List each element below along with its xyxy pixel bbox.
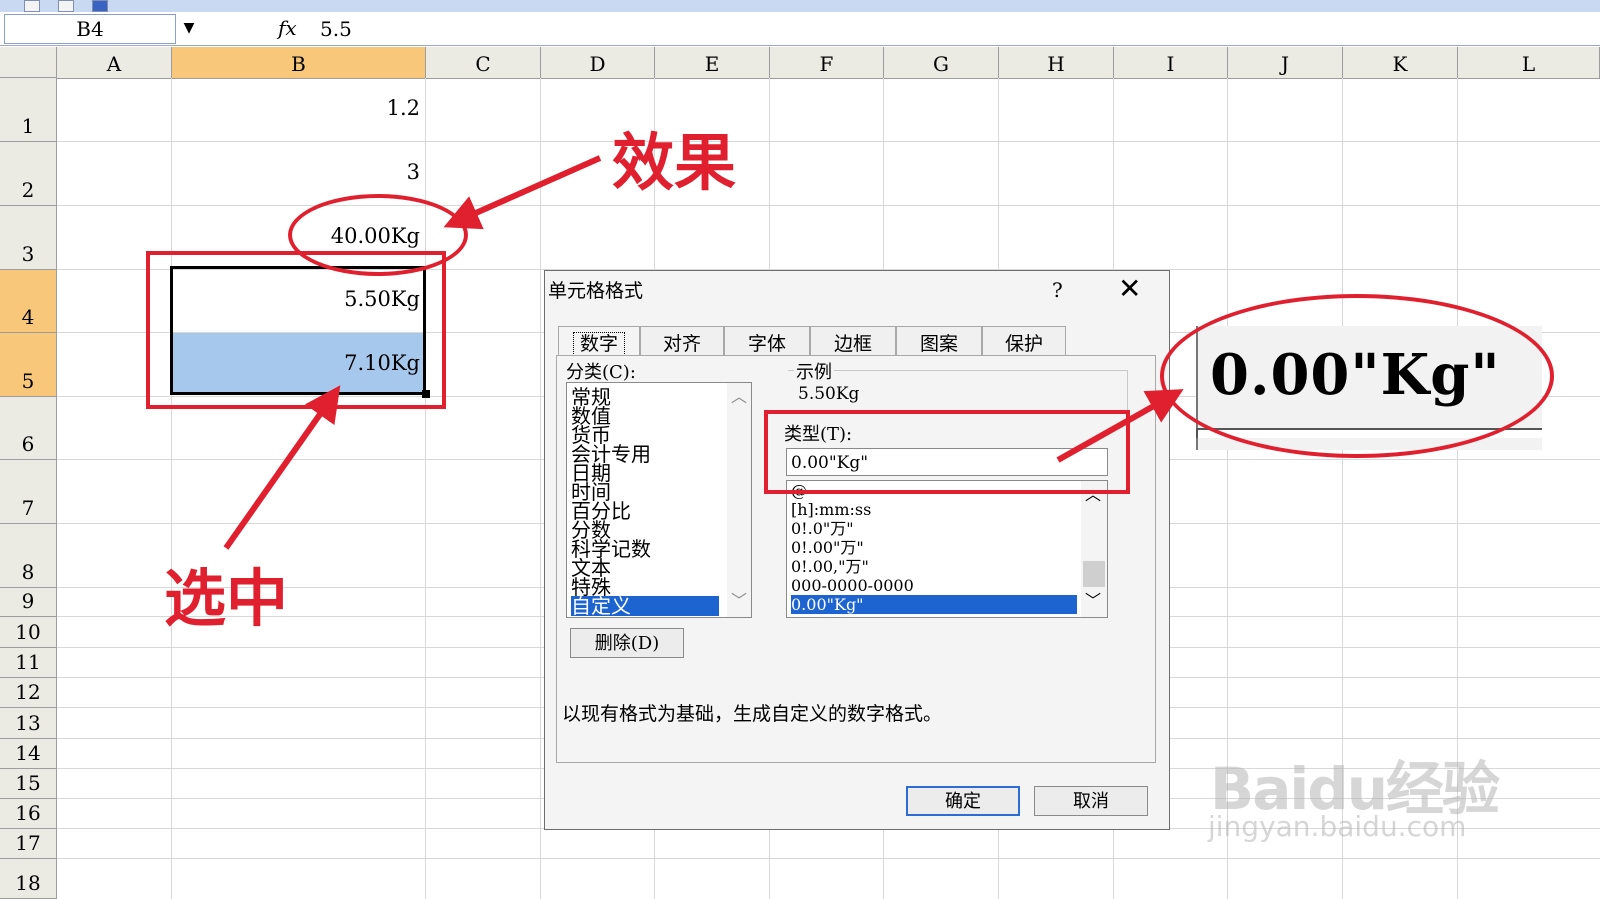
print-icon[interactable]	[58, 0, 74, 12]
arrow-to-selection	[223, 385, 341, 550]
row-header-12[interactable]: 12	[0, 678, 57, 708]
row-header-10[interactable]: 10	[0, 617, 57, 648]
column-header-i[interactable]: I	[1114, 47, 1228, 78]
save-icon[interactable]	[24, 0, 40, 12]
row-header-14[interactable]: 14	[0, 739, 57, 769]
grid-row-line	[57, 141, 1600, 142]
grid-column-line	[540, 78, 541, 899]
tab-font[interactable]: 字体	[724, 326, 810, 356]
row-header-16[interactable]: 16	[0, 799, 57, 829]
category-label: 分类(C):	[566, 362, 636, 383]
column-header-a[interactable]: A	[57, 47, 172, 78]
format-description: 以现有格式为基础，生成自定义的数字格式。	[562, 703, 943, 725]
baidu-watermark-url: jingyan.baidu.com	[1208, 810, 1467, 843]
grid-row-line	[57, 858, 1600, 859]
name-box[interactable]: B4	[4, 14, 176, 44]
column-header-h[interactable]: H	[999, 47, 1114, 78]
row-header-13[interactable]: 13	[0, 708, 57, 739]
chevron-down-icon[interactable]: ﹀	[727, 591, 751, 611]
select-all-corner[interactable]	[0, 47, 57, 78]
grid-row-line	[57, 205, 1600, 206]
type-list[interactable]: @ [h]:mm:ss 0!.0"万" 0!.00"万" 0!.00,"万" 000-00…	[786, 480, 1108, 618]
fx-icon[interactable]: fx	[278, 14, 304, 42]
column-header-b[interactable]: B	[172, 47, 426, 78]
column-header-d[interactable]: D	[541, 47, 655, 78]
row-header-6[interactable]: 6	[0, 397, 57, 460]
quick-access-toolbar	[0, 0, 120, 12]
arrow-to-result	[443, 155, 602, 230]
type-item[interactable]: 0!.0"万"	[791, 519, 854, 538]
column-header-e[interactable]: E	[655, 47, 770, 78]
row-header-4[interactable]: 4	[0, 270, 57, 333]
selected-label: 选中	[164, 562, 289, 635]
type-item[interactable]: 000-0000-0000	[791, 576, 914, 595]
category-scrollbar[interactable]: ︿ ﹀	[727, 383, 751, 617]
formula-bar	[0, 12, 1600, 46]
chevron-up-icon[interactable]: ︿	[727, 387, 751, 407]
row-header-7[interactable]: 7	[0, 460, 57, 524]
type-item[interactable]: [h]:mm:ss	[791, 500, 871, 519]
effect-label: 效果	[612, 126, 737, 199]
category-item[interactable]: 自定义	[571, 596, 719, 616]
row-header-5[interactable]: 5	[0, 333, 57, 397]
grid-column-line	[171, 78, 172, 899]
dialog-title: 单元格格式	[548, 280, 644, 302]
type-highlight-rect	[764, 410, 1130, 494]
column-header-f[interactable]: F	[770, 47, 884, 78]
zoom-highlight-ellipse	[1160, 294, 1554, 458]
row-header-8[interactable]: 8	[0, 524, 57, 588]
tab-patterns[interactable]: 图案	[896, 326, 982, 356]
result-highlight-ellipse	[288, 194, 468, 276]
row-header-17[interactable]: 17	[0, 829, 57, 859]
row-header-18[interactable]: 18	[0, 859, 57, 899]
cancel-button[interactable]: 取消	[1034, 786, 1148, 816]
close-icon[interactable]: ✕	[1118, 272, 1141, 305]
row-header-3[interactable]: 3	[0, 206, 57, 270]
column-header-l[interactable]: L	[1458, 47, 1600, 78]
row-header-11[interactable]: 11	[0, 648, 57, 678]
column-header-k[interactable]: K	[1343, 47, 1458, 78]
category-list[interactable]: 常规 数值 货币 会计专用 日期 时间 百分比 分数 科学记数 文本 特殊 自定义 ︿ ﹀	[566, 382, 752, 618]
name-box-dropdown-icon[interactable]: ▼	[178, 14, 200, 42]
sample-label: 示例	[794, 358, 834, 384]
delete-button[interactable]: 删除(D)	[570, 628, 684, 658]
row-header-2[interactable]: 2	[0, 142, 57, 206]
chevron-down-icon[interactable]: ﹀	[1081, 591, 1105, 611]
tab-alignment[interactable]: 对齐	[640, 326, 724, 356]
column-header-j[interactable]: J	[1228, 47, 1343, 78]
cell-b1[interactable]: 1.2	[172, 96, 426, 126]
row-header-1[interactable]: 1	[0, 78, 57, 142]
cell-b2[interactable]: 3	[172, 160, 426, 190]
tab-border[interactable]: 边框	[810, 326, 896, 356]
ok-button[interactable]: 确定	[906, 786, 1020, 816]
scroll-thumb[interactable]	[1083, 561, 1105, 587]
type-item[interactable]: 0!.00"万"	[791, 538, 864, 557]
type-item[interactable]: 0.00"Kg"	[791, 595, 1077, 614]
customize-icon[interactable]	[92, 0, 108, 12]
row-header-15[interactable]: 15	[0, 769, 57, 799]
sample-value: 5.50Kg	[798, 384, 860, 404]
tab-number[interactable]: 数字	[558, 326, 640, 356]
tab-protection[interactable]: 保护	[982, 326, 1066, 356]
help-icon[interactable]: ?	[1052, 278, 1063, 302]
selection-highlight-rect	[146, 251, 446, 409]
column-header-c[interactable]: C	[426, 47, 541, 78]
tab-label: 数字	[572, 332, 625, 356]
formula-input[interactable]: 5.5	[320, 14, 720, 42]
row-header-9[interactable]: 9	[0, 588, 57, 617]
type-scrollbar[interactable]: ︿ ﹀	[1081, 481, 1107, 617]
type-item[interactable]: 0!.00,"万"	[791, 557, 869, 576]
column-header-g[interactable]: G	[884, 47, 999, 78]
